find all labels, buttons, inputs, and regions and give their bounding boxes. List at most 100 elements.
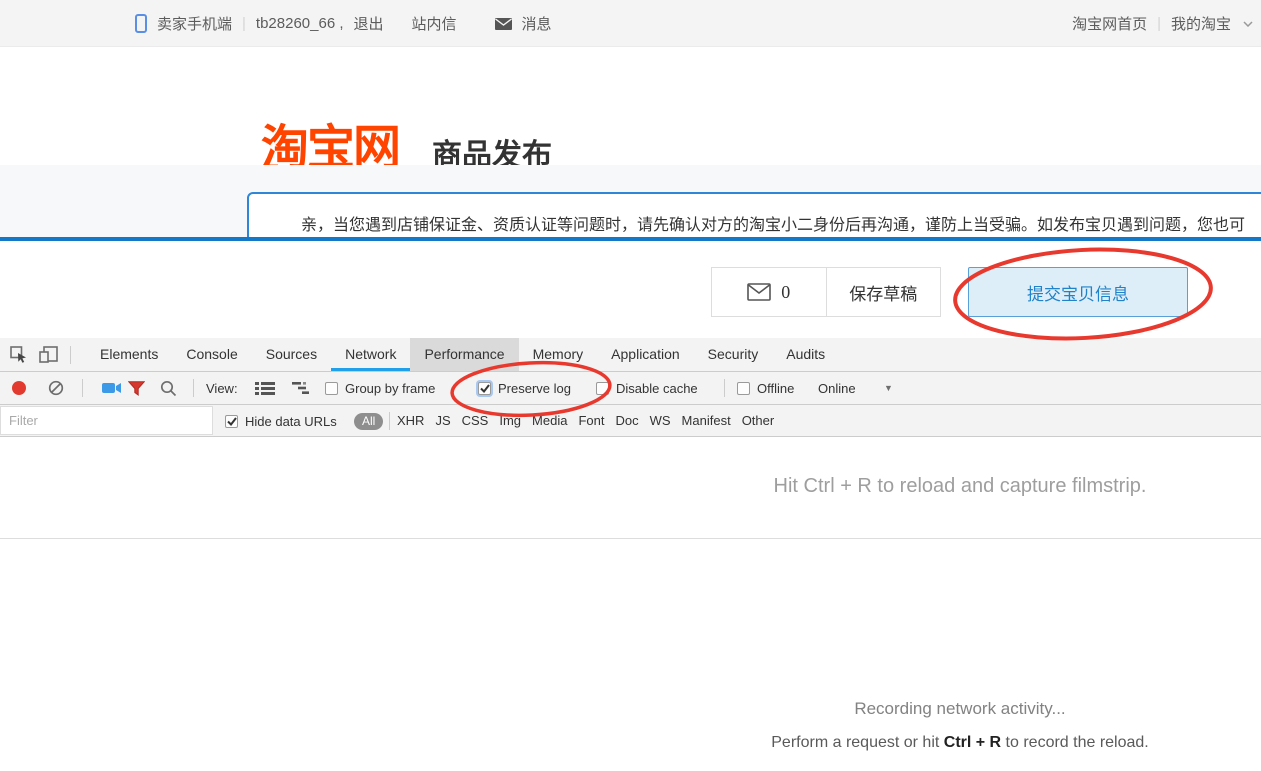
view-label: View: xyxy=(206,372,238,404)
inspect-element-icon[interactable] xyxy=(10,346,27,363)
view-waterfall-button[interactable] xyxy=(292,372,312,404)
topbar-right: 淘宝网首页 | 我的淘宝 xyxy=(1072,0,1253,47)
filter-type-ws[interactable]: WS xyxy=(650,413,671,428)
list-view-icon xyxy=(255,381,275,396)
account-name: tb28260_66 , xyxy=(256,15,344,32)
view-list-button[interactable] xyxy=(255,372,275,404)
all-badge-label: All xyxy=(354,413,383,430)
dropdown-arrow-icon: ▼ xyxy=(884,383,893,393)
group-by-frame-label: Group by frame xyxy=(345,381,435,396)
network-filterbar: Hide data URLs All XHR JS CSS Img Media … xyxy=(0,405,1261,437)
record-button[interactable] xyxy=(12,372,26,404)
my-taobao-link[interactable]: 我的淘宝 xyxy=(1171,13,1231,34)
notice-section: 亲，当您遇到店铺保证金、资质认证等问题时，请先确认对方的淘宝小二身份后再沟通，谨… xyxy=(0,165,1261,237)
waterfall-icon xyxy=(292,381,312,395)
group-by-frame-toggle[interactable]: Group by frame xyxy=(325,372,435,404)
draft-count-button[interactable]: 0 xyxy=(712,268,826,316)
save-draft-label: 保存草稿 xyxy=(849,280,917,305)
tab-elements[interactable]: Elements xyxy=(86,338,172,371)
funnel-icon xyxy=(128,381,145,396)
throttling-value: Online xyxy=(818,381,856,396)
camera-icon xyxy=(102,381,122,395)
separator xyxy=(82,372,83,404)
network-toolbar: View: Group by frame Preserve log Disabl… xyxy=(0,372,1261,405)
devtools-tabbar: Elements Console Sources Network Perform… xyxy=(0,338,1261,372)
page: 卖家手机端 | tb28260_66 , 退出 站内信 消息 淘宝网首页 | 我… xyxy=(0,0,1261,771)
separator: | xyxy=(242,15,246,32)
filter-all-badge[interactable]: All xyxy=(354,405,383,437)
filter-type-css[interactable]: CSS xyxy=(462,413,489,428)
perform-hint-key: Ctrl + R xyxy=(944,734,1001,751)
filter-type-img[interactable]: Img xyxy=(499,413,521,428)
separator xyxy=(724,372,725,404)
seller-mobile-link[interactable]: 卖家手机端 xyxy=(157,13,232,34)
disable-cache-toggle[interactable]: Disable cache xyxy=(596,372,698,404)
filter-type-xhr[interactable]: XHR xyxy=(397,413,424,428)
recording-status: Recording network activity... xyxy=(660,699,1260,719)
tab-sources[interactable]: Sources xyxy=(252,338,331,371)
save-draft-button[interactable]: 保存草稿 xyxy=(826,268,941,316)
envelope-icon xyxy=(747,283,771,301)
tab-network[interactable]: Network xyxy=(331,338,410,371)
perform-hint: Perform a request or hit Ctrl + R to rec… xyxy=(610,734,1261,752)
offline-checkbox[interactable] xyxy=(737,382,750,395)
throttling-select[interactable]: Online xyxy=(818,372,856,404)
search-button[interactable] xyxy=(160,372,177,404)
filmstrip-hint: Hit Ctrl + R to reload and capture films… xyxy=(660,475,1260,498)
hide-data-urls-toggle[interactable]: Hide data URLs xyxy=(225,405,337,437)
tab-audits[interactable]: Audits xyxy=(772,338,839,371)
clear-button[interactable] xyxy=(48,372,64,404)
tab-console[interactable]: Console xyxy=(172,338,251,371)
submit-item-label: 提交宝贝信息 xyxy=(1027,280,1129,305)
filter-button[interactable] xyxy=(128,372,145,404)
search-icon xyxy=(160,380,177,397)
tab-security[interactable]: Security xyxy=(694,338,773,371)
filter-type-font[interactable]: Font xyxy=(578,413,604,428)
draft-button-group: 0 保存草稿 xyxy=(711,267,941,317)
chevron-down-icon[interactable] xyxy=(1243,21,1253,27)
logout-link[interactable]: 退出 xyxy=(354,13,384,34)
draft-count: 0 xyxy=(781,282,790,303)
submit-item-button[interactable]: 提交宝贝信息 xyxy=(968,267,1188,317)
disable-cache-label: Disable cache xyxy=(616,381,698,396)
filter-input[interactable] xyxy=(0,406,213,435)
topbar-left: 卖家手机端 | tb28260_66 , 退出 站内信 消息 xyxy=(135,0,552,47)
tab-memory[interactable]: Memory xyxy=(519,338,598,371)
actions-section: 0 保存草稿 提交宝贝信息 xyxy=(0,241,1261,338)
taobao-home-link[interactable]: 淘宝网首页 xyxy=(1072,13,1147,34)
perform-hint-suffix: to record the reload. xyxy=(1001,734,1149,751)
capture-screenshots-button[interactable] xyxy=(102,372,122,404)
disable-cache-checkbox[interactable] xyxy=(596,382,609,395)
separator xyxy=(70,346,71,364)
tab-performance[interactable]: Performance xyxy=(410,338,518,371)
filter-type-other[interactable]: Other xyxy=(742,413,775,428)
offline-toggle[interactable]: Offline xyxy=(737,372,794,404)
filter-type-js[interactable]: JS xyxy=(435,413,450,428)
group-by-frame-checkbox[interactable] xyxy=(325,382,338,395)
separator xyxy=(193,372,194,404)
throttling-dropdown-arrow[interactable]: ▼ xyxy=(884,372,893,404)
record-icon xyxy=(12,381,26,395)
perform-hint-prefix: Perform a request or hit xyxy=(771,734,944,751)
hide-data-urls-checkbox[interactable] xyxy=(225,415,238,428)
notice-text: 亲，当您遇到店铺保证金、资质认证等问题时，请先确认对方的淘宝小二身份后再沟通，谨… xyxy=(301,211,1245,235)
mail-icon xyxy=(495,18,512,30)
preserve-log-checkbox[interactable] xyxy=(478,382,491,395)
panel-divider xyxy=(0,538,1261,539)
separator xyxy=(389,405,390,437)
topbar: 卖家手机端 | tb28260_66 , 退出 站内信 消息 淘宝网首页 | 我… xyxy=(0,0,1261,47)
offline-label: Offline xyxy=(757,381,794,396)
devtools-panel: Elements Console Sources Network Perform… xyxy=(0,338,1261,771)
hide-data-urls-label: Hide data URLs xyxy=(245,414,337,429)
tab-application[interactable]: Application xyxy=(597,338,694,371)
filter-type-doc[interactable]: Doc xyxy=(615,413,638,428)
notice-box: 亲，当您遇到店铺保证金、资质认证等问题时，请先确认对方的淘宝小二身份后再沟通，谨… xyxy=(247,192,1261,237)
messages-link[interactable]: 消息 xyxy=(522,13,552,34)
filter-type-manifest[interactable]: Manifest xyxy=(682,413,731,428)
mobile-phone-icon xyxy=(135,14,147,33)
device-toolbar-icon[interactable] xyxy=(39,346,58,363)
filter-type-media[interactable]: Media xyxy=(532,413,567,428)
devtools-tabbar-icons xyxy=(10,338,71,371)
preserve-log-toggle[interactable]: Preserve log xyxy=(478,372,571,404)
site-mail-link[interactable]: 站内信 xyxy=(412,13,457,34)
